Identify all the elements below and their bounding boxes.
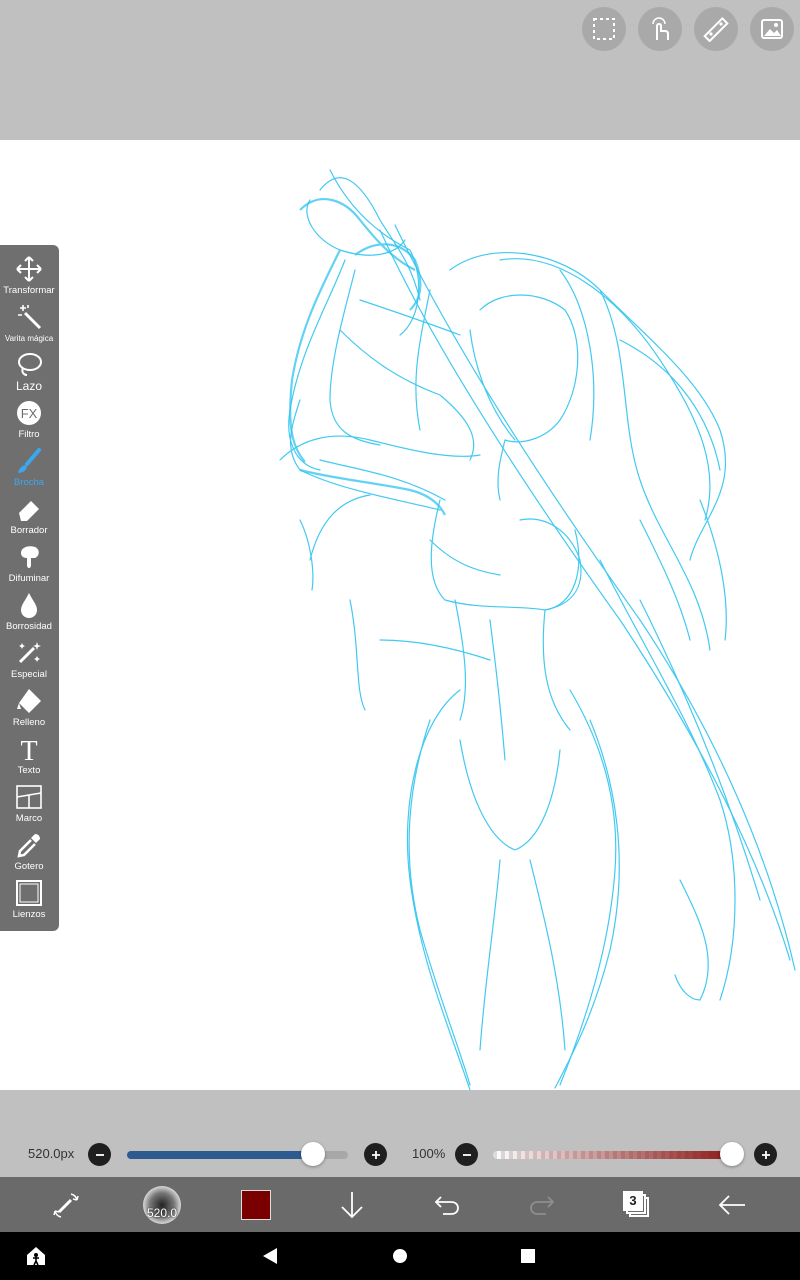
- redo-button[interactable]: [518, 1177, 566, 1232]
- nav-home-button[interactable]: [378, 1232, 422, 1280]
- tool-label: Borrosidad: [6, 621, 52, 632]
- tool-palette: Transformar Varita mágica Lazo FX Filtro…: [0, 245, 59, 931]
- magic-wand-icon: [18, 305, 42, 330]
- tool-eraser[interactable]: Borrador: [0, 493, 58, 541]
- canvas-icon: [16, 880, 42, 906]
- brush-size-thumb[interactable]: [301, 1142, 325, 1166]
- tool-label: Borrador: [10, 525, 48, 536]
- lasso-icon: [18, 353, 42, 376]
- layers-button[interactable]: 3: [613, 1177, 661, 1232]
- brush-size-fill: [127, 1151, 313, 1159]
- tool-blur[interactable]: Borrosidad: [0, 589, 58, 637]
- brush-icon: [18, 448, 41, 473]
- blur-drop-icon: [21, 593, 37, 618]
- tool-filter[interactable]: FX Filtro: [0, 397, 58, 445]
- opacity-fill: [493, 1151, 732, 1159]
- arrow-down-icon: [341, 1191, 363, 1218]
- tool-special[interactable]: Especial: [0, 637, 58, 685]
- nav-recents-icon: [521, 1249, 535, 1263]
- nav-back-icon: [263, 1248, 277, 1264]
- tool-label: Difuminar: [8, 573, 50, 584]
- color-button[interactable]: [232, 1177, 280, 1232]
- layers-icon: 3: [623, 1190, 651, 1219]
- arrow-left-icon: [718, 1194, 745, 1215]
- eraser-icon: [19, 501, 39, 521]
- slider-bar: [0, 1090, 800, 1177]
- minus-icon: [462, 1153, 471, 1156]
- svg-text:T: T: [20, 736, 37, 763]
- tool-frame[interactable]: Marco: [0, 781, 58, 829]
- opacity-thumb[interactable]: [720, 1142, 744, 1166]
- tool-eyedropper[interactable]: Gotero: [0, 829, 58, 877]
- plus-icon: [761, 1150, 770, 1159]
- undo-icon: [434, 1195, 459, 1215]
- download-button[interactable]: [328, 1177, 376, 1232]
- plus-icon: [371, 1150, 380, 1159]
- color-swatch: [241, 1189, 271, 1220]
- tool-text[interactable]: T Texto: [0, 733, 58, 781]
- eyedropper-icon: [17, 834, 40, 858]
- brush-preview: 520.0: [143, 1185, 181, 1224]
- selection-icon: [593, 18, 615, 40]
- opacity-increase-button[interactable]: [754, 1143, 777, 1166]
- opacity-decrease-button[interactable]: [455, 1143, 478, 1166]
- tool-label: Relleno: [12, 717, 46, 728]
- nav-recents-button[interactable]: [506, 1232, 550, 1280]
- fx-icon: FX: [17, 401, 41, 425]
- tool-label: Lienzos: [12, 909, 46, 920]
- redo-icon: [530, 1195, 555, 1215]
- touch-icon: [652, 17, 669, 40]
- tool-label: Varita mágica: [4, 334, 54, 343]
- sketch-drawing: [279, 169, 796, 1090]
- material-button[interactable]: [750, 7, 794, 51]
- tool-fill[interactable]: Relleno: [0, 685, 58, 733]
- selection-button[interactable]: [582, 7, 626, 51]
- special-icon: [18, 642, 41, 664]
- opacity-value: 100%: [412, 1146, 446, 1161]
- svg-text:FX: FX: [21, 406, 38, 421]
- tool-brush[interactable]: Brocha: [0, 445, 58, 493]
- brush-preview-button[interactable]: 520.0: [138, 1177, 186, 1232]
- quick-tools-icon: [53, 1192, 79, 1218]
- tool-label: Lazo: [15, 379, 43, 393]
- system-tool-button[interactable]: [14, 1232, 58, 1280]
- tool-label: Marco: [15, 813, 43, 824]
- material-icon: [761, 19, 783, 39]
- top-bar: [0, 0, 800, 140]
- tool-lasso[interactable]: Lazo: [0, 349, 58, 397]
- ruler-button[interactable]: [694, 7, 738, 51]
- touch-button[interactable]: [638, 7, 682, 51]
- quick-tools-button[interactable]: [40, 1177, 92, 1232]
- fill-icon: [17, 689, 41, 713]
- minus-icon: [95, 1153, 104, 1156]
- nav-home-icon: [393, 1249, 407, 1263]
- house-accessibility-icon: [27, 1247, 45, 1266]
- drawing-canvas[interactable]: [0, 140, 800, 1090]
- frame-icon: [16, 785, 42, 809]
- text-icon: T: [20, 736, 37, 763]
- tool-magic-wand[interactable]: Varita mágica: [0, 301, 58, 349]
- tool-label: Transformar: [3, 285, 55, 296]
- nav-back-button[interactable]: [248, 1232, 292, 1280]
- brush-preview-size: 520.0: [146, 1205, 178, 1220]
- brush-size-decrease-button[interactable]: [88, 1143, 111, 1166]
- tool-label: Especial: [11, 669, 47, 680]
- layer-count: 3: [629, 1193, 637, 1208]
- tool-label: Texto: [17, 765, 41, 776]
- move-icon: [16, 256, 42, 282]
- tool-canvas[interactable]: Lienzos: [0, 877, 58, 925]
- back-button[interactable]: [708, 1177, 756, 1232]
- tool-label: Filtro: [18, 429, 40, 440]
- action-bar: [0, 1177, 800, 1232]
- tool-smudge[interactable]: Difuminar: [0, 541, 58, 589]
- ruler-icon: [703, 16, 729, 42]
- smudge-icon: [21, 546, 39, 568]
- tool-label: Brocha: [13, 477, 45, 488]
- brush-size-increase-button[interactable]: [364, 1143, 387, 1166]
- tool-transform[interactable]: Transformar: [0, 253, 58, 301]
- undo-button[interactable]: [423, 1177, 471, 1232]
- brush-size-value: 520.0px: [28, 1146, 75, 1161]
- tool-label: Gotero: [14, 861, 44, 872]
